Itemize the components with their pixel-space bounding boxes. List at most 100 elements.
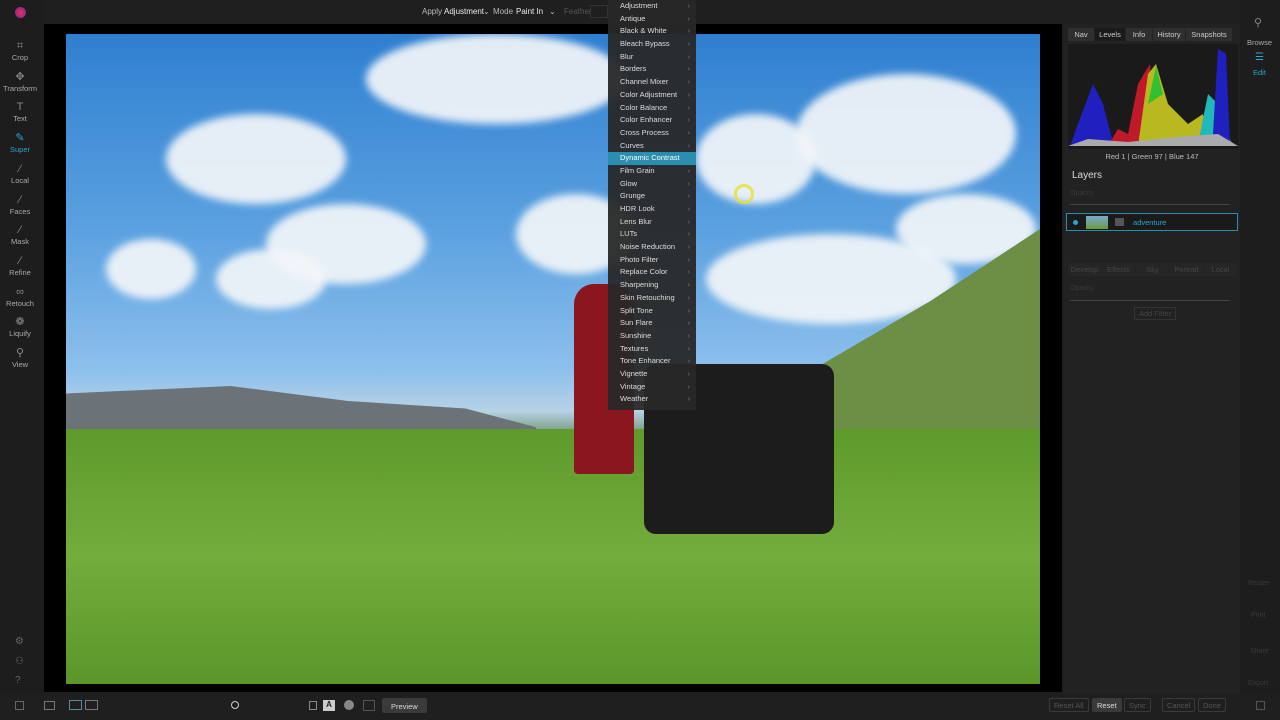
chevron-down-icon: ⌄ — [483, 7, 490, 16]
add-filter-button[interactable]: Add Filter — [1134, 307, 1177, 320]
filter-tab-sky[interactable]: Sky — [1136, 263, 1169, 276]
tab-snapshots[interactable]: Snapshots — [1186, 28, 1232, 41]
menu-item[interactable]: Adjustment — [608, 0, 696, 13]
mode-label: Mode — [493, 7, 514, 16]
menu-item[interactable]: Bleach Bypass — [608, 38, 696, 51]
print-button[interactable]: Print — [1251, 612, 1265, 619]
tool-liquify[interactable]: ❁ Liquify — [0, 316, 40, 338]
feather-input[interactable] — [590, 5, 608, 18]
menu-item[interactable]: Vintage — [608, 381, 696, 394]
filter-tab-local[interactable]: Local — [1204, 263, 1237, 276]
opacity-slider-2[interactable] — [1070, 300, 1230, 301]
sync-button[interactable]: Sync — [1124, 698, 1151, 712]
local-brush-icon: ⁄ — [19, 162, 21, 175]
menu-item[interactable]: Channel Mixer — [608, 76, 696, 89]
layer-row[interactable]: adventure — [1066, 213, 1238, 231]
filmstrip-icon[interactable] — [44, 701, 55, 710]
filter-tab-portrait[interactable]: Portrait — [1170, 263, 1203, 276]
menu-item[interactable]: Sunshine — [608, 330, 696, 343]
menu-item[interactable]: Glow — [608, 178, 696, 191]
mode-dropdown[interactable]: Paint In — [516, 7, 543, 16]
menu-item[interactable]: Sharpening — [608, 279, 696, 292]
filter-tab-develop[interactable]: Develop — [1068, 263, 1101, 276]
menu-item[interactable]: Sun Flare — [608, 317, 696, 330]
menu-item[interactable]: Noise Reduction — [608, 241, 696, 254]
panel-toggle-right-icon[interactable] — [1256, 701, 1265, 710]
right-panel: Nav Levels Info History Snapshots Red 1 | Gr… — [1064, 24, 1240, 694]
menu-item[interactable]: Skin Retouching — [608, 292, 696, 305]
reset-button[interactable]: Reset — [1092, 698, 1122, 712]
menu-item[interactable]: Film Grain — [608, 165, 696, 178]
tool-refine[interactable]: ⁄ Refine — [0, 255, 40, 277]
menu-item[interactable]: Lens Blur — [608, 216, 696, 229]
menu-item[interactable]: Curves — [608, 140, 696, 153]
export-button[interactable]: Export — [1248, 680, 1268, 687]
tool-label: Local — [11, 175, 29, 185]
menu-item[interactable]: LUTs — [608, 228, 696, 241]
circle-mask-icon[interactable] — [344, 700, 354, 710]
menu-item[interactable]: Antique — [608, 13, 696, 26]
done-button[interactable]: Done — [1198, 698, 1226, 712]
grid-icon[interactable] — [363, 700, 375, 711]
tab-history[interactable]: History — [1153, 28, 1185, 41]
tab-info[interactable]: Info — [1126, 28, 1152, 41]
zoom-slider-handle[interactable] — [231, 701, 239, 709]
layer-visibility-icon[interactable] — [1073, 220, 1078, 225]
menu-item[interactable]: Borders — [608, 63, 696, 76]
help-icon[interactable]: ? — [15, 675, 21, 686]
tool-crop[interactable]: ⌗ Crop — [0, 40, 40, 62]
rgb-readout: Red 1 | Green 97 | Blue 147 — [1105, 152, 1199, 161]
menu-item[interactable]: Grunge — [608, 190, 696, 203]
brush-icon: ✎ — [15, 132, 25, 145]
menu-item[interactable]: Vignette — [608, 368, 696, 381]
menu-item[interactable]: Blur — [608, 51, 696, 64]
tool-retouch[interactable]: ∞ Retouch — [0, 286, 40, 308]
tool-label: Liquify — [9, 329, 31, 339]
tool-view[interactable]: ⚲ View — [0, 347, 40, 369]
tool-text[interactable]: T Text — [0, 101, 40, 123]
tool-faces[interactable]: ⁄ Faces — [0, 194, 40, 216]
menu-item[interactable]: Color Balance — [608, 102, 696, 115]
browse-icon: ⚲ — [1254, 17, 1263, 29]
panel-toggle-icon[interactable] — [15, 701, 24, 710]
menu-item[interactable]: Dynamic Contrast — [608, 152, 696, 165]
tool-super[interactable]: ✎ Super — [0, 132, 40, 154]
filter-tab-effects[interactable]: Effects — [1102, 263, 1135, 276]
tool-mask[interactable]: ⁄ Mask — [0, 224, 40, 246]
opacity-slider[interactable] — [1070, 204, 1230, 205]
auto-mask-icon[interactable]: A — [323, 700, 335, 711]
photo[interactable] — [66, 34, 1040, 684]
resize-button[interactable]: Resize — [1248, 580, 1269, 587]
tab-levels[interactable]: Levels — [1095, 28, 1125, 41]
liquify-icon: ❁ — [15, 316, 25, 329]
tool-transform[interactable]: ✥ Transform — [0, 71, 40, 93]
edit-button[interactable]: Edit — [1253, 68, 1266, 77]
text-icon: T — [16, 101, 24, 114]
menu-item[interactable]: Replace Color — [608, 266, 696, 279]
apply-dropdown[interactable]: Adjustment — [444, 7, 484, 16]
settings-icon[interactable]: ⚙ — [15, 636, 24, 647]
menu-item[interactable]: HDR Look — [608, 203, 696, 216]
menu-item[interactable]: Color Adjustment — [608, 89, 696, 102]
reset-all-button[interactable]: Reset All — [1049, 698, 1089, 712]
menu-item[interactable]: Black & White — [608, 25, 696, 38]
share-button[interactable]: Share — [1250, 648, 1269, 655]
preview-button[interactable]: Preview — [382, 698, 427, 713]
tool-label: View — [11, 360, 29, 369]
tab-nav[interactable]: Nav — [1068, 28, 1094, 41]
people-icon[interactable]: ⚇ — [15, 656, 24, 667]
menu-item[interactable]: Textures — [608, 343, 696, 356]
browse-button[interactable]: Browse — [1247, 38, 1272, 47]
cancel-button[interactable]: Cancel — [1162, 698, 1196, 712]
mask-view-icon[interactable] — [309, 701, 317, 710]
menu-item[interactable]: Tone Enhancer — [608, 355, 696, 368]
menu-item[interactable]: Weather — [608, 393, 696, 406]
single-view-icon[interactable] — [69, 700, 82, 710]
menu-item[interactable]: Photo Filter — [608, 254, 696, 267]
tool-local[interactable]: ⁄ Local — [0, 163, 40, 185]
compare-view-icon[interactable] — [85, 700, 98, 710]
menu-item[interactable]: Cross Process — [608, 127, 696, 140]
menu-item[interactable]: Color Enhancer — [608, 114, 696, 127]
refine-icon: ⁄ — [19, 254, 21, 267]
menu-item[interactable]: Split Tone — [608, 305, 696, 318]
